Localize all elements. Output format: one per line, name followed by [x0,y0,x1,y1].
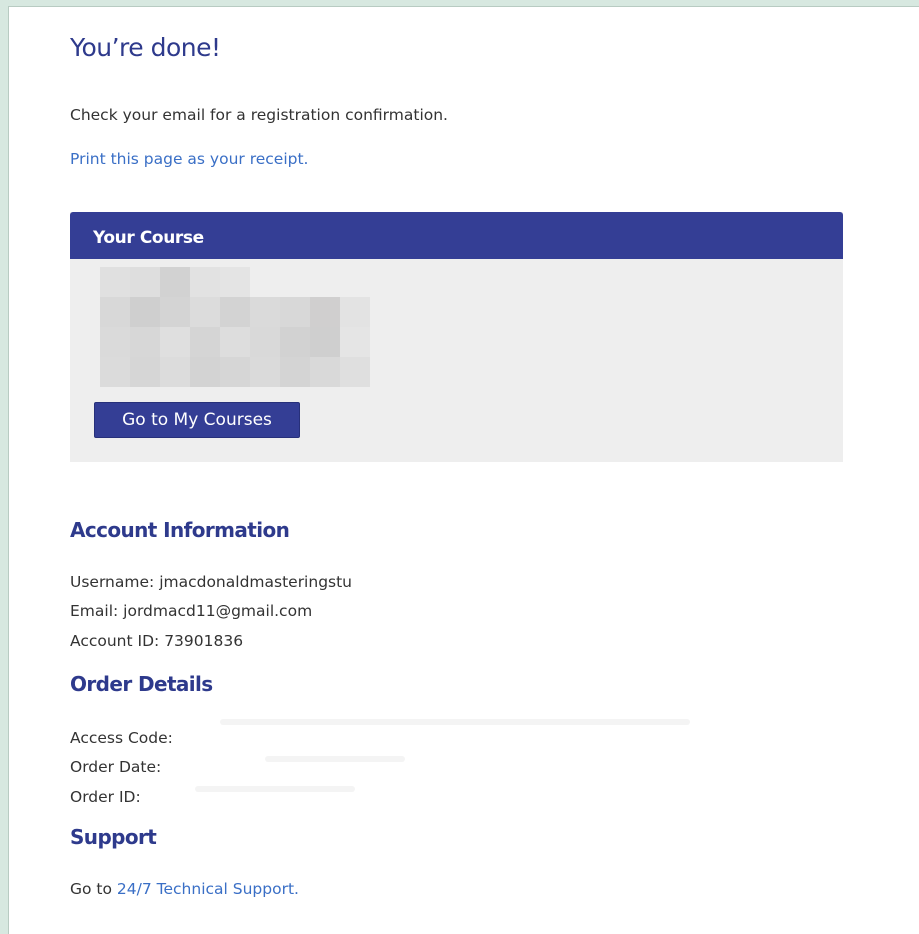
page-title: You’re done! [70,33,221,62]
email-label: Email: [70,602,119,620]
go-to-my-courses-button[interactable]: Go to My Courses [94,402,300,438]
account-id-row: Account ID: 73901836 [70,632,243,650]
email-row: Email: jordmacd11@gmail.com [70,602,312,620]
access-code-row: Access Code: [70,729,173,747]
order-id-label: Order ID: [70,788,141,806]
account-information-heading: Account Information [70,518,290,542]
course-panel: Your Course Go to My Courses [70,212,843,462]
print-receipt-link[interactable]: Print this page as your receipt. [70,150,309,168]
email-value: jordmacd11@gmail.com [123,602,313,620]
order-id-redacted [195,786,355,792]
confirmation-message: Check your email for a registration conf… [70,106,448,124]
account-id-label: Account ID: [70,632,160,650]
order-id-row: Order ID: [70,788,141,806]
page-frame: You’re done! Check your email for a regi… [8,6,919,934]
support-row: Go to 24/7 Technical Support. [70,880,299,898]
order-details-redacted [220,719,690,725]
username-row: Username: jmacdonaldmasteringstu [70,573,352,591]
username-value: jmacdonaldmasteringstu [159,573,353,591]
course-info-redacted [100,267,375,389]
order-date-row: Order Date: [70,758,161,776]
course-panel-header: Your Course [70,212,843,259]
support-heading: Support [70,825,157,849]
account-id-value: 73901836 [164,632,244,650]
order-details-heading: Order Details [70,672,213,696]
order-date-redacted [265,756,405,762]
access-code-label: Access Code: [70,729,173,747]
username-label: Username: [70,573,155,591]
order-date-label: Order Date: [70,758,162,776]
technical-support-link[interactable]: 24/7 Technical Support. [117,880,299,898]
support-prefix: Go to [70,880,112,898]
